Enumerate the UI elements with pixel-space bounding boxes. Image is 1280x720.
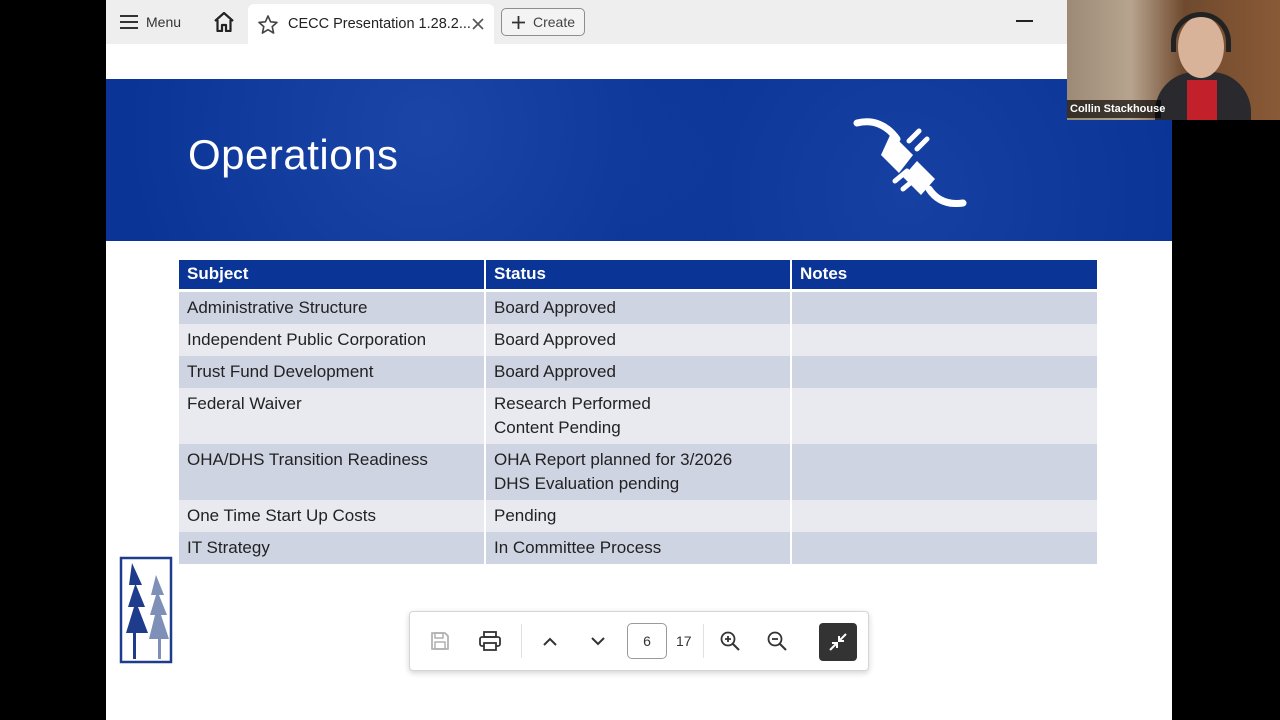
- cell-status: Board Approved: [485, 355, 792, 388]
- menu-label: Menu: [146, 14, 182, 30]
- cell-status: Research Performed Content Pending: [485, 387, 792, 444]
- create-button[interactable]: Create: [501, 8, 585, 36]
- print-button[interactable]: [475, 626, 505, 656]
- pdf-viewer-window: Menu CECC Presentation 1.28.2... Create: [106, 0, 1172, 720]
- cell-status: Board Approved: [485, 290, 792, 324]
- status-line: OHA Report planned for 3/2026: [494, 449, 733, 469]
- cell-subject: Trust Fund Development: [179, 355, 486, 388]
- cell-subject: Federal Waiver: [179, 387, 486, 444]
- home-icon: [214, 12, 234, 32]
- zoom-in-button[interactable]: [715, 626, 745, 656]
- zoom-out-icon: [767, 631, 787, 651]
- cell-subject: Administrative Structure: [179, 290, 486, 324]
- hamburger-icon: [120, 15, 138, 29]
- table-row: IT Strategy In Committee Process: [179, 531, 1097, 564]
- header-status: Status: [485, 260, 792, 292]
- chevron-up-icon: [543, 637, 557, 646]
- header-subject: Subject: [179, 260, 486, 292]
- top-toolbar: Menu CECC Presentation 1.28.2... Create: [106, 0, 1172, 44]
- close-icon[interactable]: [472, 18, 484, 30]
- page-total: 17: [676, 633, 692, 649]
- cell-subject: OHA/DHS Transition Readiness: [179, 443, 486, 500]
- cell-status: Pending: [485, 499, 792, 532]
- status-line: Content Pending: [494, 417, 621, 437]
- table-row: One Time Start Up Costs Pending: [179, 499, 1097, 532]
- headset-icon: [1171, 12, 1231, 52]
- cell-notes: [791, 323, 1097, 356]
- print-icon: [479, 631, 501, 651]
- status-line: Board Approved: [494, 361, 616, 381]
- cell-status: In Committee Process: [485, 531, 792, 564]
- menu-button[interactable]: Menu: [120, 8, 181, 36]
- plug-icon: [853, 118, 967, 207]
- status-line: Research Performed: [494, 393, 651, 413]
- status-line: DHS Evaluation pending: [494, 473, 680, 493]
- cell-status: OHA Report planned for 3/2026 DHS Evalua…: [485, 443, 792, 500]
- zoom-out-button[interactable]: [762, 626, 792, 656]
- zoom-in-icon: [720, 631, 740, 651]
- table-row: Administrative Structure Board Approved: [179, 290, 1097, 324]
- save-icon: [431, 632, 449, 650]
- cell-subject: Independent Public Corporation: [179, 323, 486, 356]
- page-number-input[interactable]: 6: [627, 623, 667, 659]
- table-row: Independent Public Corporation Board App…: [179, 323, 1097, 356]
- minimize-button[interactable]: [1016, 20, 1033, 22]
- participant-shirt: [1187, 80, 1217, 120]
- save-button[interactable]: [425, 626, 455, 656]
- tab-document[interactable]: CECC Presentation 1.28.2...: [248, 4, 494, 44]
- cell-notes: [791, 355, 1097, 388]
- cell-status: Board Approved: [485, 323, 792, 356]
- slide-banner: Operations: [106, 79, 1172, 241]
- header-notes: Notes: [791, 260, 1097, 292]
- exit-full-screen-button[interactable]: [819, 623, 857, 661]
- create-label: Create: [533, 14, 576, 30]
- previous-page-button[interactable]: [535, 626, 565, 656]
- cell-notes: [791, 387, 1097, 444]
- cell-notes: [791, 531, 1097, 564]
- home-button[interactable]: [210, 8, 238, 36]
- table-row: Trust Fund Development Board Approved: [179, 355, 1097, 388]
- table-header-row: Subject Status Notes: [179, 260, 1097, 292]
- tab-title: CECC Presentation 1.28.2...: [288, 16, 471, 32]
- cell-notes: [791, 443, 1097, 500]
- toolbar-divider: [521, 624, 522, 658]
- secondary-toolbar: [106, 44, 1172, 79]
- plus-icon: [512, 15, 525, 29]
- star-icon[interactable]: [258, 14, 278, 34]
- status-line: In Committee Process: [494, 537, 662, 557]
- trees-logo: [119, 556, 173, 664]
- chevron-down-icon: [591, 636, 605, 645]
- webcam-video-tile: Collin Stackhouse: [1067, 0, 1280, 120]
- table-row: OHA/DHS Transition Readiness OHA Report …: [179, 443, 1097, 500]
- presentation-slide: Operations Subject Status Notes Administ…: [106, 79, 1172, 720]
- pdf-navigation-toolbar: 6 17: [409, 611, 869, 671]
- toolbar-divider: [703, 624, 704, 658]
- next-page-button[interactable]: [583, 626, 613, 656]
- participant-name: Collin Stackhouse: [1067, 100, 1165, 118]
- slide-title: Operations: [188, 131, 399, 178]
- cell-notes: [791, 499, 1097, 532]
- table-row: Federal Waiver Research Performed Conten…: [179, 387, 1097, 444]
- cell-subject: IT Strategy: [179, 531, 486, 564]
- status-line: Board Approved: [494, 329, 616, 349]
- status-line: Board Approved: [494, 297, 616, 317]
- status-line: Pending: [494, 505, 557, 525]
- collapse-arrows-icon: [829, 633, 847, 651]
- cell-notes: [791, 290, 1097, 324]
- cell-subject: One Time Start Up Costs: [179, 499, 486, 532]
- operations-table: Subject Status Notes Administrative Stru…: [179, 260, 1097, 564]
